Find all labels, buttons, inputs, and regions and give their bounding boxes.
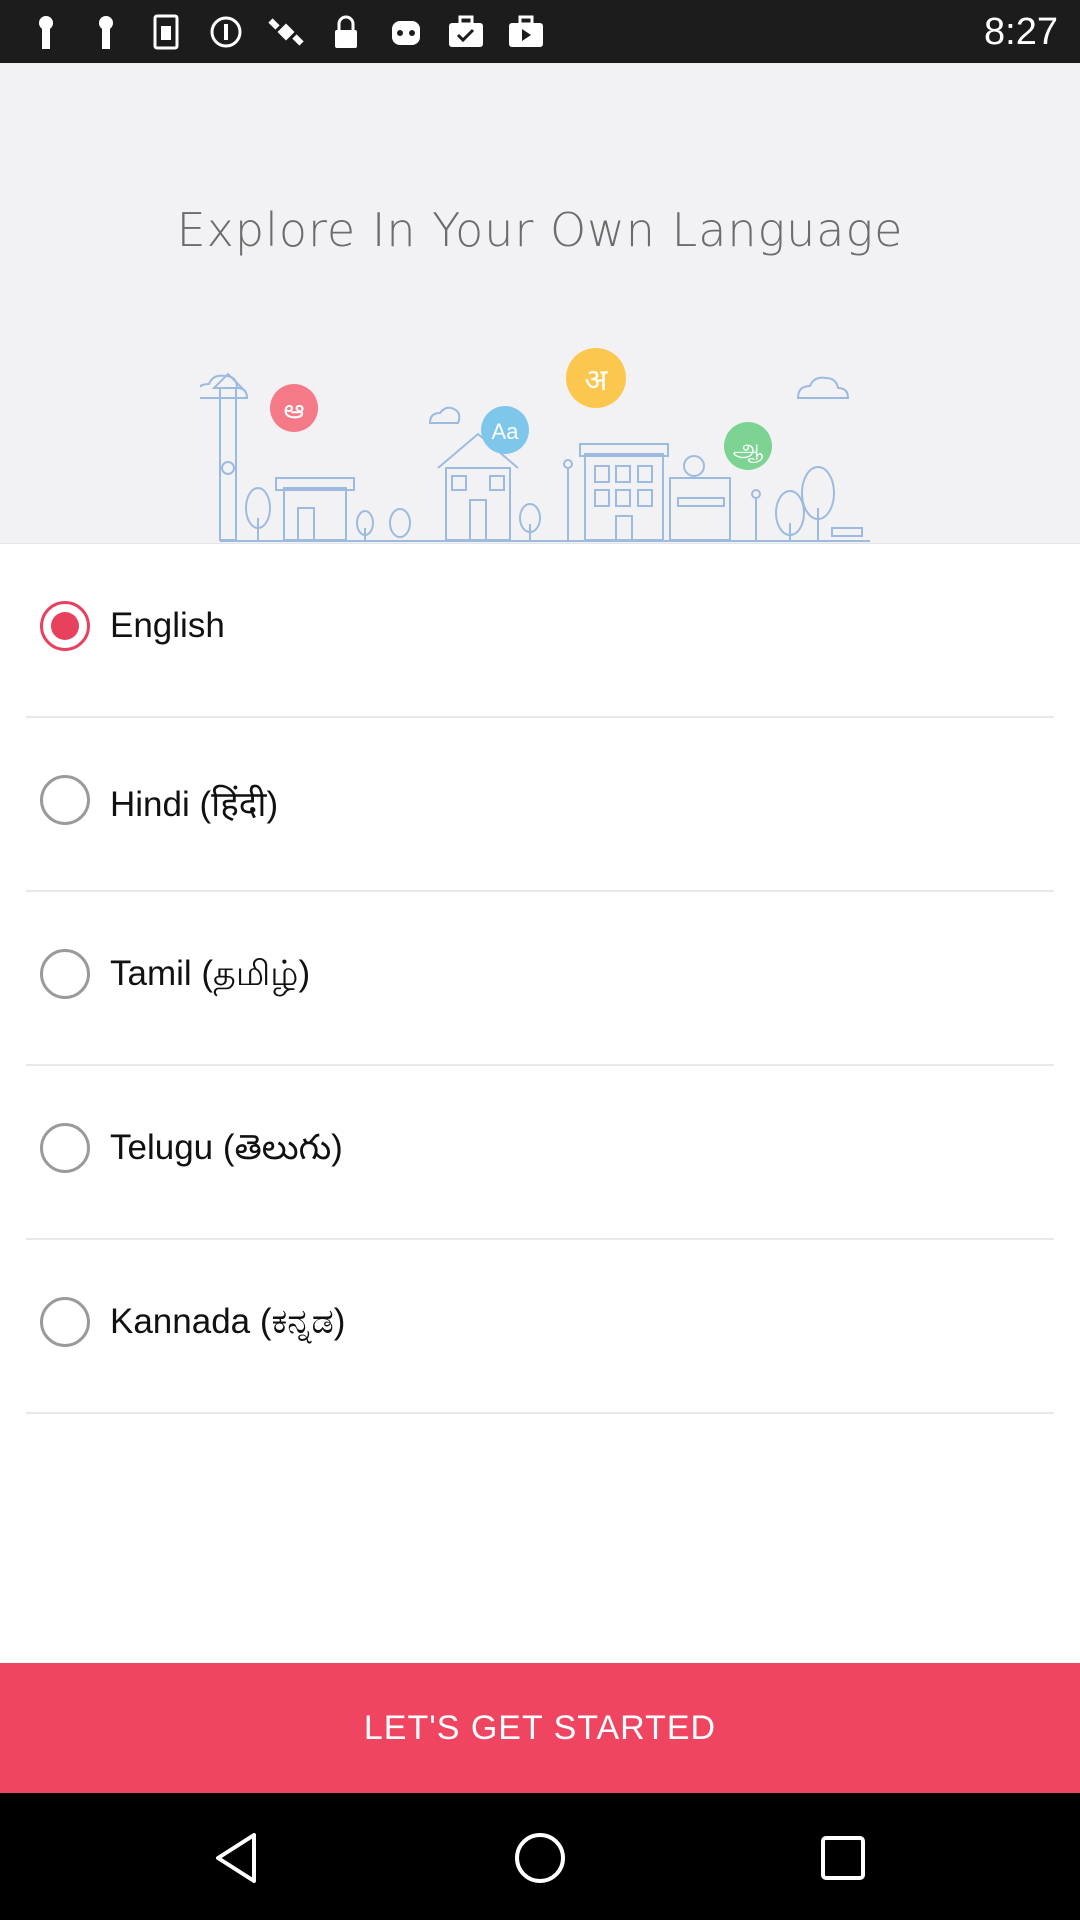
language-label: Hindi (हिंदी) — [110, 785, 279, 824]
bubble-telugu: ఆ — [284, 395, 305, 425]
radio-button-selected[interactable] — [40, 601, 90, 651]
radio-button[interactable] — [40, 949, 90, 999]
language-label: English — [110, 606, 225, 645]
clock: 8:27 — [984, 11, 1058, 53]
status-icons — [26, 10, 546, 54]
notification-icon — [86, 12, 126, 52]
notification-icon — [26, 12, 66, 52]
language-option-kannada[interactable]: Kannada (ಕನ್ನಡ) — [26, 1240, 1054, 1414]
status-bar: 8:27 — [0, 0, 1080, 63]
language-option-english[interactable]: English — [26, 544, 1054, 718]
language-option-telugu[interactable]: Telugu (తెలుగు) — [26, 1066, 1054, 1240]
city-illustration: ఆ Aa अ ஆ — [200, 348, 870, 542]
recents-icon[interactable] — [808, 1823, 878, 1893]
bubble-hindi: अ — [585, 363, 609, 398]
back-icon[interactable] — [202, 1823, 272, 1893]
system-nav-bar — [0, 1793, 1080, 1920]
lock-icon — [326, 12, 366, 52]
language-label: Tamil (தமிழ்) — [110, 954, 311, 993]
satellite-icon — [266, 12, 306, 52]
info-icon — [206, 12, 246, 52]
bubble-tamil: ஆ — [733, 434, 763, 463]
sim-card-icon — [146, 12, 186, 52]
robot-icon — [386, 12, 426, 52]
language-list: English Hindi (हिंदी) Tamil (தமிழ்) Telu… — [26, 544, 1054, 1414]
language-option-tamil[interactable]: Tamil (தமிழ்) — [26, 892, 1054, 1066]
radio-button[interactable] — [40, 775, 90, 825]
bubble-latin: Aa — [492, 419, 520, 444]
radio-button[interactable] — [40, 1297, 90, 1347]
header: Explore In Your Own Language ఆ Aa अ ஆ — [0, 63, 1080, 543]
briefcase-check-icon — [446, 12, 486, 52]
language-option-hindi[interactable]: Hindi (हिंदी) — [26, 718, 1054, 892]
get-started-button[interactable]: LET'S GET STARTED — [0, 1663, 1080, 1793]
briefcase-icon — [506, 12, 546, 52]
language-label: Kannada (ಕನ್ನಡ) — [110, 1302, 346, 1341]
language-selection-card: English Hindi (हिंदी) Tamil (தமிழ்) Telu… — [0, 543, 1080, 1664]
language-label: Telugu (తెలుగు) — [110, 1128, 343, 1167]
radio-button[interactable] — [40, 1123, 90, 1173]
home-icon[interactable] — [505, 1823, 575, 1893]
page-title: Explore In Your Own Language — [176, 203, 904, 257]
